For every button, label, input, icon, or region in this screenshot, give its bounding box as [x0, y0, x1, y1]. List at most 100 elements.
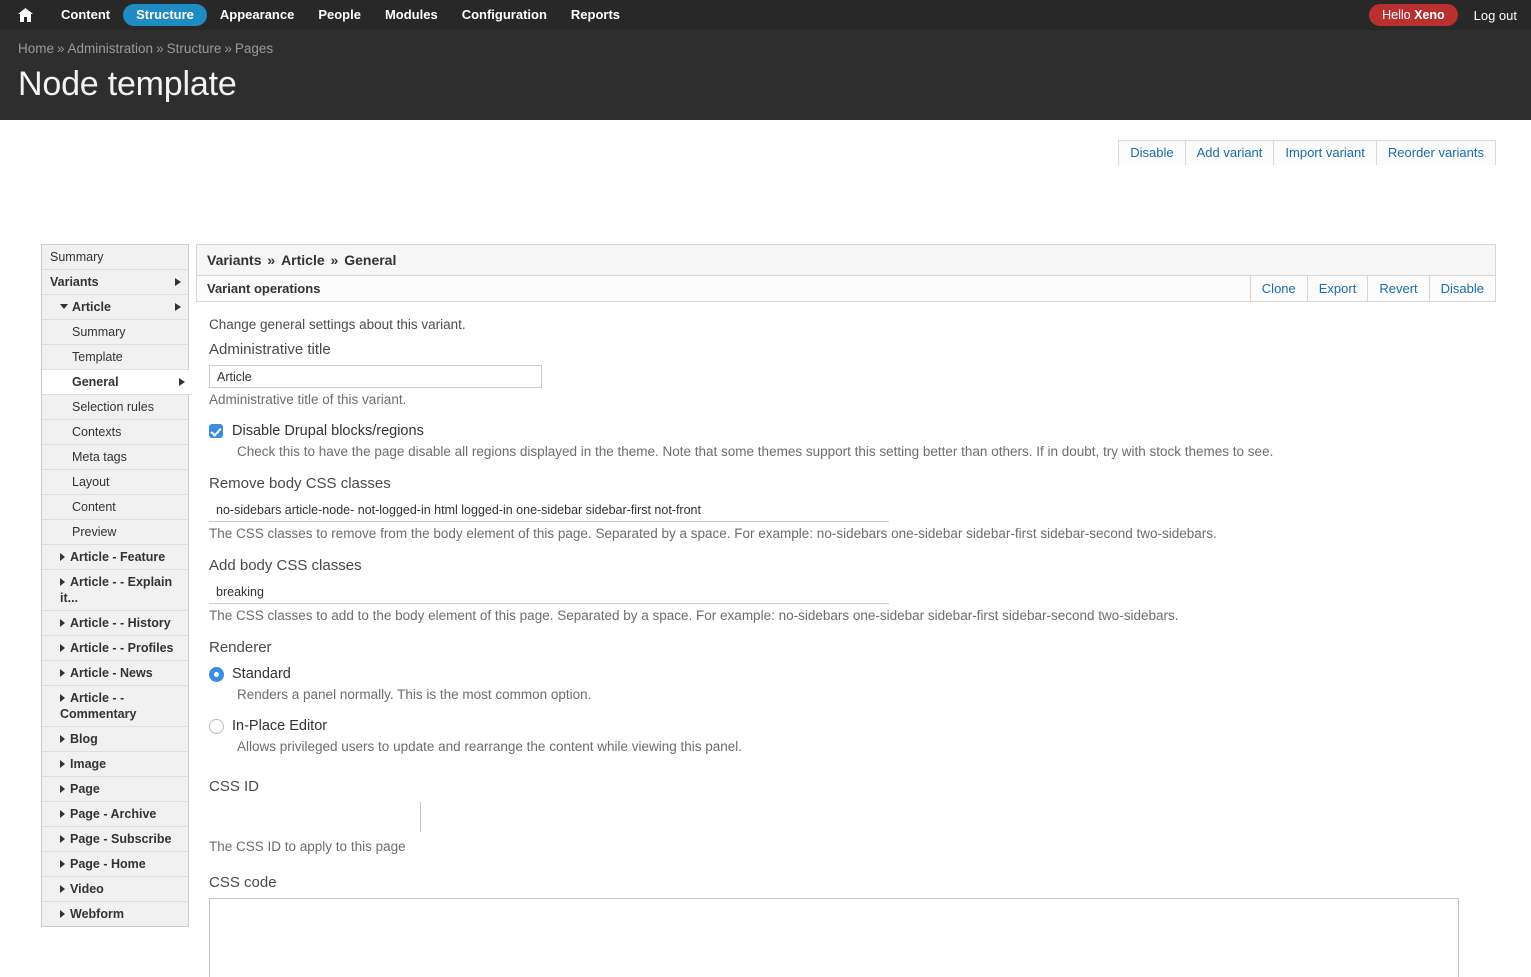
sidebar-item-article-commentary[interactable]: Article - - Commentary: [42, 686, 188, 727]
renderer-field: Renderer Standard Renders a panel normal…: [209, 638, 1466, 755]
menu-item-content[interactable]: Content: [50, 4, 121, 26]
panel-title-part-variants: Variants: [207, 252, 262, 268]
sidebar-item-label: Article - - Explain it...: [60, 575, 173, 605]
sidebar-item-page-home[interactable]: Page - Home: [42, 852, 188, 877]
renderer-standard-description: Renders a panel normally. This is the mo…: [237, 687, 592, 702]
general-settings-form: Change general settings about this varia…: [196, 302, 1466, 977]
chevron-right-icon[interactable]: [60, 552, 65, 561]
chevron-right-icon[interactable]: [60, 618, 65, 627]
administrative-title-description: Administrative title of this variant.: [209, 392, 407, 407]
sidebar-item-label: Article: [72, 300, 111, 314]
chevron-right-icon[interactable]: [60, 693, 65, 702]
action-reorder-variants[interactable]: Reorder variants: [1377, 141, 1495, 165]
variant-op-clone[interactable]: Clone: [1249, 276, 1307, 301]
breadcrumb: Home» Administration» Structure» Pages: [18, 40, 1531, 58]
css-code-textarea[interactable]: [209, 898, 1459, 977]
sidebar-item-article-history[interactable]: Article - - History: [42, 611, 188, 636]
sidebar-item-article-explain-it[interactable]: Article - - Explain it...: [42, 570, 188, 611]
chevron-right-icon[interactable]: [60, 884, 65, 893]
disable-blocks-checkbox[interactable]: [209, 424, 223, 438]
sidebar-item-summary[interactable]: Summary: [42, 245, 188, 270]
css-id-field: CSS ID The CSS ID to apply to this page: [209, 777, 1466, 855]
sidebar-item-image[interactable]: Image: [42, 752, 188, 777]
menu-item-configuration[interactable]: Configuration: [451, 4, 558, 26]
menu-item-appearance[interactable]: Appearance: [209, 4, 305, 26]
sidebar-item-label: Meta tags: [72, 450, 127, 464]
chevron-right-icon[interactable]: [60, 834, 65, 843]
chevron-right-icon[interactable]: [60, 909, 65, 918]
sidebar-item-layout[interactable]: Layout: [42, 470, 188, 495]
breadcrumb-item-pages[interactable]: Pages: [235, 41, 273, 56]
expand-arrow-icon[interactable]: [175, 278, 181, 286]
sidebar-item-webform[interactable]: Webform: [42, 902, 188, 926]
renderer-option-ipe[interactable]: In-Place Editor: [209, 717, 1466, 735]
breadcrumb-separator: »: [57, 41, 65, 56]
sidebar-item-article-feature[interactable]: Article - Feature: [42, 545, 188, 570]
chevron-right-icon[interactable]: [60, 809, 65, 818]
chevron-right-icon[interactable]: [60, 577, 65, 586]
variant-op-revert[interactable]: Revert: [1367, 276, 1428, 301]
sidebar-item-article[interactable]: Article: [42, 295, 188, 320]
chevron-right-icon[interactable]: [60, 668, 65, 677]
sidebar-item-label: Page: [70, 782, 100, 796]
sidebar-item-page-archive[interactable]: Page - Archive: [42, 802, 188, 827]
add-body-classes-field: Add body CSS classes The CSS classes to …: [209, 556, 1466, 624]
variant-operations-bar: Variant operations Clone Export Revert Disa…: [196, 276, 1496, 302]
sidebar-item-template[interactable]: Template: [42, 345, 188, 370]
variant-op-disable[interactable]: Disable: [1428, 276, 1495, 301]
chevron-right-icon[interactable]: [60, 643, 65, 652]
action-disable[interactable]: Disable: [1119, 141, 1186, 165]
sidebar-item-contexts[interactable]: Contexts: [42, 420, 188, 445]
user-greeting-pill[interactable]: Hello Xeno: [1369, 4, 1458, 26]
remove-body-classes-input[interactable]: [209, 499, 889, 522]
breadcrumb-item-administration[interactable]: Administration: [68, 41, 154, 56]
menu-item-reports[interactable]: Reports: [560, 4, 631, 26]
chevron-down-icon[interactable]: [60, 304, 68, 310]
sidebar-item-general[interactable]: General: [42, 370, 192, 395]
menu-item-structure[interactable]: Structure: [123, 4, 207, 26]
add-body-classes-input[interactable]: [209, 581, 889, 604]
renderer-label: Renderer: [209, 639, 272, 656]
breadcrumb-item-home[interactable]: Home: [18, 41, 54, 56]
css-code-label: CSS code: [209, 874, 277, 891]
sidebar-item-variants[interactable]: Variants: [42, 270, 188, 295]
action-import-variant[interactable]: Import variant: [1274, 141, 1377, 165]
content-area: Disable Add variant Import variant Reorder …: [0, 120, 1531, 977]
sidebar-item-video[interactable]: Video: [42, 877, 188, 902]
sidebar-item-label: Selection rules: [72, 400, 154, 414]
chevron-right-icon[interactable]: [60, 859, 65, 868]
renderer-radio-ipe[interactable]: [209, 719, 224, 734]
breadcrumb-separator: »: [156, 41, 164, 56]
administrative-title-input[interactable]: [209, 365, 542, 388]
sidebar-item-blog[interactable]: Blog: [42, 727, 188, 752]
renderer-ipe-description: Allows privileged users to update and re…: [237, 739, 743, 754]
menu-item-modules[interactable]: Modules: [374, 4, 449, 26]
sidebar-item-summary[interactable]: Summary: [42, 320, 188, 345]
variant-op-export[interactable]: Export: [1306, 276, 1368, 301]
chevron-right-icon[interactable]: [60, 734, 65, 743]
username: Xeno: [1414, 8, 1445, 22]
sidebar-item-page[interactable]: Page: [42, 777, 188, 802]
add-body-classes-label: Add body CSS classes: [209, 557, 362, 574]
home-icon[interactable]: [14, 8, 36, 22]
sidebar-item-label: Layout: [72, 475, 110, 489]
menu-item-people[interactable]: People: [307, 4, 372, 26]
sidebar-item-content[interactable]: Content: [42, 495, 188, 520]
sidebar-item-label: Article - - Profiles: [70, 641, 174, 655]
sidebar-item-preview[interactable]: Preview: [42, 520, 188, 545]
logout-link[interactable]: Log out: [1474, 8, 1517, 23]
chevron-right-icon[interactable]: [60, 784, 65, 793]
chevron-right-icon[interactable]: [60, 759, 65, 768]
expand-arrow-icon[interactable]: [175, 303, 181, 311]
breadcrumb-item-structure[interactable]: Structure: [167, 41, 222, 56]
sidebar-item-article-news[interactable]: Article - News: [42, 661, 188, 686]
sidebar-item-article-profiles[interactable]: Article - - Profiles: [42, 636, 188, 661]
renderer-radio-standard[interactable]: [209, 667, 224, 682]
action-add-variant[interactable]: Add variant: [1186, 141, 1275, 165]
sidebar-item-meta-tags[interactable]: Meta tags: [42, 445, 188, 470]
sidebar-item-selection-rules[interactable]: Selection rules: [42, 395, 188, 420]
renderer-option-standard[interactable]: Standard: [209, 665, 1466, 683]
expand-arrow-icon[interactable]: [179, 378, 185, 386]
sidebar-item-page-subscribe[interactable]: Page - Subscribe: [42, 827, 188, 852]
css-id-input[interactable]: [209, 802, 421, 832]
